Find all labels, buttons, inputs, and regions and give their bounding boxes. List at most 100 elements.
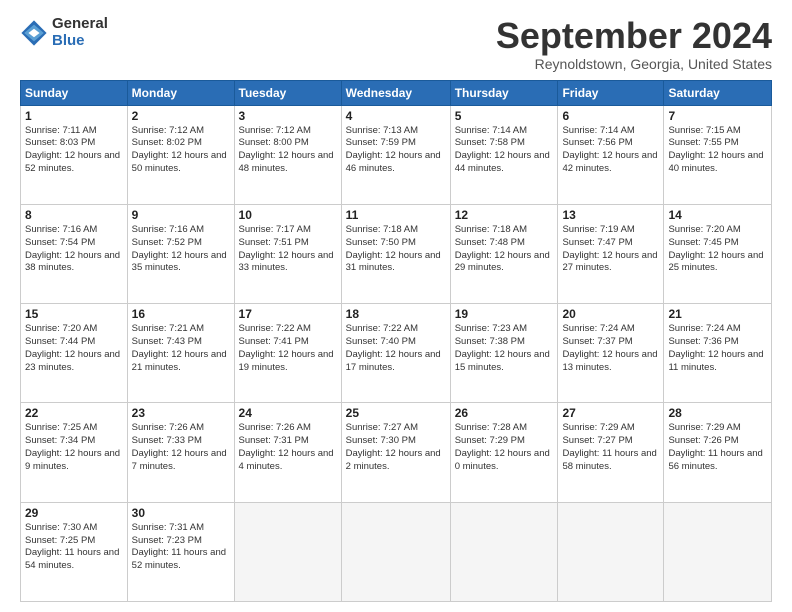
day-number: 1 [25, 109, 123, 123]
day-info: Sunrise: 7:15 AM Sunset: 7:55 PM Dayligh… [668, 125, 767, 176]
day-number: 17 [239, 307, 337, 321]
day-number: 16 [132, 307, 230, 321]
table-cell [341, 502, 450, 601]
day-number: 14 [668, 208, 767, 222]
day-number: 30 [132, 506, 230, 520]
table-cell: 20 Sunrise: 7:24 AM Sunset: 7:37 PM Dayli… [558, 304, 664, 403]
day-number: 22 [25, 406, 123, 420]
calendar-header-row: Sunday Monday Tuesday Wednesday Thursday… [21, 80, 772, 105]
day-number: 12 [455, 208, 554, 222]
day-number: 20 [562, 307, 659, 321]
week-row-2: 8 Sunrise: 7:16 AM Sunset: 7:54 PM Daylig… [21, 204, 772, 303]
day-number: 24 [239, 406, 337, 420]
day-info: Sunrise: 7:16 AM Sunset: 7:52 PM Dayligh… [132, 224, 230, 275]
day-number: 4 [346, 109, 446, 123]
day-number: 11 [346, 208, 446, 222]
table-cell: 26 Sunrise: 7:28 AM Sunset: 7:29 PM Dayli… [450, 403, 558, 502]
day-info: Sunrise: 7:31 AM Sunset: 7:23 PM Dayligh… [132, 522, 230, 573]
day-number: 7 [668, 109, 767, 123]
day-info: Sunrise: 7:21 AM Sunset: 7:43 PM Dayligh… [132, 323, 230, 374]
day-info: Sunrise: 7:16 AM Sunset: 7:54 PM Dayligh… [25, 224, 123, 275]
day-number: 28 [668, 406, 767, 420]
day-number: 5 [455, 109, 554, 123]
day-info: Sunrise: 7:27 AM Sunset: 7:30 PM Dayligh… [346, 422, 446, 473]
header-sunday: Sunday [21, 80, 128, 105]
day-info: Sunrise: 7:26 AM Sunset: 7:33 PM Dayligh… [132, 422, 230, 473]
day-info: Sunrise: 7:22 AM Sunset: 7:41 PM Dayligh… [239, 323, 337, 374]
header-thursday: Thursday [450, 80, 558, 105]
week-row-4: 22 Sunrise: 7:25 AM Sunset: 7:34 PM Dayli… [21, 403, 772, 502]
title-month: September 2024 [496, 16, 772, 56]
table-cell: 1 Sunrise: 7:11 AM Sunset: 8:03 PM Daylig… [21, 105, 128, 204]
day-info: Sunrise: 7:20 AM Sunset: 7:44 PM Dayligh… [25, 323, 123, 374]
day-info: Sunrise: 7:12 AM Sunset: 8:02 PM Dayligh… [132, 125, 230, 176]
day-number: 29 [25, 506, 123, 520]
logo: General Blue [20, 16, 108, 49]
table-cell: 28 Sunrise: 7:29 AM Sunset: 7:26 PM Dayli… [664, 403, 772, 502]
logo-icon [20, 19, 48, 47]
table-cell: 19Sunrise: 7:23 AM Sunset: 7:38 PM Dayli… [450, 304, 558, 403]
day-number: 18 [346, 307, 446, 321]
day-info: Sunrise: 7:24 AM Sunset: 7:37 PM Dayligh… [562, 323, 659, 374]
table-cell: 30 Sunrise: 7:31 AM Sunset: 7:23 PM Dayli… [127, 502, 234, 601]
week-row-1: 1 Sunrise: 7:11 AM Sunset: 8:03 PM Daylig… [21, 105, 772, 204]
table-cell: 22 Sunrise: 7:25 AM Sunset: 7:34 PM Dayli… [21, 403, 128, 502]
table-cell: 11 Sunrise: 7:18 AM Sunset: 7:50 PM Dayli… [341, 204, 450, 303]
day-info: Sunrise: 7:25 AM Sunset: 7:34 PM Dayligh… [25, 422, 123, 473]
header-saturday: Saturday [664, 80, 772, 105]
table-cell: 25 Sunrise: 7:27 AM Sunset: 7:30 PM Dayli… [341, 403, 450, 502]
day-number: 23 [132, 406, 230, 420]
logo-general: General [52, 16, 108, 33]
logo-text: General Blue [52, 16, 108, 49]
table-cell: 7 Sunrise: 7:15 AM Sunset: 7:55 PM Daylig… [664, 105, 772, 204]
table-cell: 24 Sunrise: 7:26 AM Sunset: 7:31 PM Dayli… [234, 403, 341, 502]
table-cell: 8 Sunrise: 7:16 AM Sunset: 7:54 PM Daylig… [21, 204, 128, 303]
table-cell [558, 502, 664, 601]
day-info: Sunrise: 7:11 AM Sunset: 8:03 PM Dayligh… [25, 125, 123, 176]
day-number: 27 [562, 406, 659, 420]
day-number: 8 [25, 208, 123, 222]
table-cell: 16 Sunrise: 7:21 AM Sunset: 7:43 PM Dayli… [127, 304, 234, 403]
header-friday: Friday [558, 80, 664, 105]
table-cell: 6Sunrise: 7:14 AM Sunset: 7:56 PM Daylig… [558, 105, 664, 204]
day-number: 15 [25, 307, 123, 321]
title-block: September 2024 Reynoldstown, Georgia, Un… [496, 16, 772, 72]
day-info: Sunrise: 7:18 AM Sunset: 7:48 PM Dayligh… [455, 224, 554, 275]
day-number: 25 [346, 406, 446, 420]
day-info: Sunrise: 7:26 AM Sunset: 7:31 PM Dayligh… [239, 422, 337, 473]
day-number: 26 [455, 406, 554, 420]
day-info: Sunrise: 7:19 AM Sunset: 7:47 PM Dayligh… [562, 224, 659, 275]
day-info: Sunrise: 7:29 AM Sunset: 7:26 PM Dayligh… [668, 422, 767, 473]
table-cell: 15 Sunrise: 7:20 AM Sunset: 7:44 PM Dayli… [21, 304, 128, 403]
week-row-5: 29 Sunrise: 7:30 AM Sunset: 7:25 PM Dayli… [21, 502, 772, 601]
table-cell: 5 Sunrise: 7:14 AM Sunset: 7:58 PM Daylig… [450, 105, 558, 204]
day-number: 3 [239, 109, 337, 123]
day-number: 13 [562, 208, 659, 222]
table-cell: 12 Sunrise: 7:18 AM Sunset: 7:48 PM Dayli… [450, 204, 558, 303]
day-info: Sunrise: 7:28 AM Sunset: 7:29 PM Dayligh… [455, 422, 554, 473]
day-number: 6 [562, 109, 659, 123]
day-number: 10 [239, 208, 337, 222]
table-cell: 4Sunrise: 7:13 AM Sunset: 7:59 PM Daylig… [341, 105, 450, 204]
table-cell: 17 Sunrise: 7:22 AM Sunset: 7:41 PM Dayli… [234, 304, 341, 403]
logo-blue: Blue [52, 33, 108, 50]
day-number: 21 [668, 307, 767, 321]
header: General Blue September 2024 Reynoldstown… [20, 16, 772, 72]
table-cell [450, 502, 558, 601]
day-info: Sunrise: 7:30 AM Sunset: 7:25 PM Dayligh… [25, 522, 123, 573]
day-number: 19 [455, 307, 554, 321]
day-info: Sunrise: 7:18 AM Sunset: 7:50 PM Dayligh… [346, 224, 446, 275]
day-info: Sunrise: 7:14 AM Sunset: 7:58 PM Dayligh… [455, 125, 554, 176]
page: General Blue September 2024 Reynoldstown… [0, 0, 792, 612]
table-cell: 3 Sunrise: 7:12 AM Sunset: 8:00 PM Daylig… [234, 105, 341, 204]
table-cell: 9Sunrise: 7:16 AM Sunset: 7:52 PM Daylig… [127, 204, 234, 303]
calendar: Sunday Monday Tuesday Wednesday Thursday… [20, 80, 772, 602]
week-row-3: 15 Sunrise: 7:20 AM Sunset: 7:44 PM Dayli… [21, 304, 772, 403]
table-cell: 14Sunrise: 7:20 AM Sunset: 7:45 PM Dayli… [664, 204, 772, 303]
day-info: Sunrise: 7:22 AM Sunset: 7:40 PM Dayligh… [346, 323, 446, 374]
table-cell: 18 Sunrise: 7:22 AM Sunset: 7:40 PM Dayli… [341, 304, 450, 403]
table-cell: 29 Sunrise: 7:30 AM Sunset: 7:25 PM Dayli… [21, 502, 128, 601]
day-info: Sunrise: 7:12 AM Sunset: 8:00 PM Dayligh… [239, 125, 337, 176]
title-location: Reynoldstown, Georgia, United States [496, 56, 772, 72]
table-cell: 23 Sunrise: 7:26 AM Sunset: 7:33 PM Dayli… [127, 403, 234, 502]
